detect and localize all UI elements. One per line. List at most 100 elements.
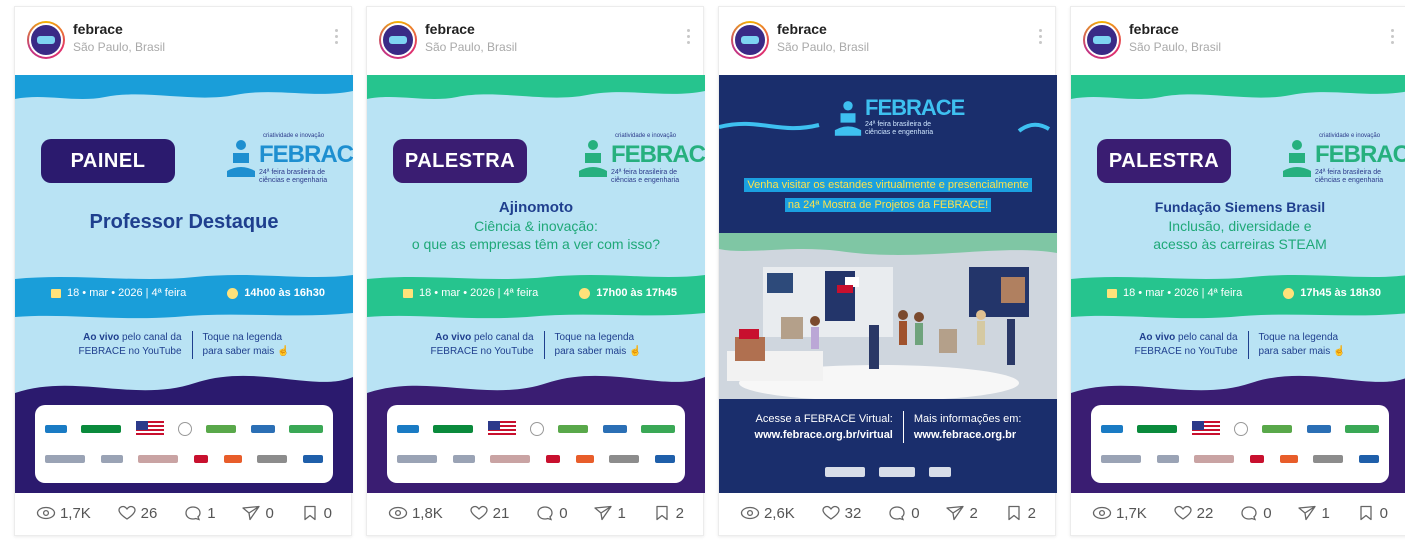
bookmark-icon[interactable] [300, 505, 320, 521]
bookmark-icon[interactable] [1356, 505, 1376, 521]
post-card[interactable]: febrace São Paulo, Brasil PALESTRA criat… [366, 6, 705, 536]
sponsor-logo [654, 455, 675, 463]
avatar[interactable] [27, 21, 65, 59]
saves-stat[interactable]: 2 [1004, 505, 1036, 522]
sponsor-logo [206, 425, 237, 433]
post-image[interactable]: PALESTRA criatividade e inovação FEBRACE… [1071, 75, 1405, 493]
comments-stat[interactable]: 0 [1239, 504, 1272, 522]
heart-icon[interactable] [469, 505, 489, 521]
calendar-icon [51, 288, 61, 298]
likes-stat[interactable]: 26 [117, 505, 157, 522]
sponsor-logo [223, 455, 242, 463]
saves-count: 0 [323, 504, 333, 522]
info-url[interactable]: www.febrace.org.br [914, 429, 1016, 441]
live-line2: FEBRACE no YouTube [430, 346, 534, 357]
shares-stat[interactable]: 1 [593, 505, 626, 522]
tap-caption-text: Toque na legenda [202, 332, 283, 343]
partner-logo [825, 467, 865, 477]
logo-kicker: criatividade e inovação [615, 133, 677, 139]
comments-count: 0 [1263, 504, 1272, 522]
logo-kicker: criatividade e inovação [263, 133, 325, 139]
comment-icon[interactable] [535, 505, 555, 521]
send-icon[interactable] [593, 505, 613, 521]
shares-stat[interactable]: 2 [945, 505, 978, 522]
post-image[interactable]: PALESTRA criatividade e inovação FEBRACE… [367, 75, 705, 493]
bookmark-icon[interactable] [652, 505, 672, 521]
sponsor-logo [1137, 425, 1178, 433]
sponsor-logo [302, 455, 323, 463]
avatar[interactable] [379, 21, 417, 59]
avatar[interactable] [731, 21, 769, 59]
post-image[interactable]: FEBRACE 24ª feira brasileira de ciências… [719, 75, 1057, 493]
username[interactable]: febrace [777, 21, 827, 37]
shares-stat[interactable]: 0 [241, 504, 274, 522]
heart-icon[interactable] [1173, 505, 1193, 521]
post-card[interactable]: febrace São Paulo, Brasil PALESTRA criat… [1070, 6, 1405, 536]
live-rest: pelo canal da [119, 332, 182, 343]
more-options-icon[interactable] [1039, 29, 1043, 44]
views-count: 1,7K [1115, 504, 1147, 522]
partner-logo [879, 467, 915, 477]
username[interactable]: febrace [73, 21, 123, 37]
event-date: 18 • mar • 2026 | 4ª feira [403, 287, 538, 299]
saves-stat[interactable]: 0 [300, 505, 332, 522]
logo-kicker: criatividade e inovação [1319, 133, 1381, 139]
location[interactable]: São Paulo, Brasil [425, 40, 517, 54]
location[interactable]: São Paulo, Brasil [777, 40, 869, 54]
comment-icon[interactable] [887, 505, 907, 521]
location[interactable]: São Paulo, Brasil [73, 40, 165, 54]
post-card[interactable]: febrace São Paulo, Brasil FEBRACE 24ª fe… [718, 6, 1057, 536]
likes-count: 32 [844, 504, 862, 522]
more-options-icon[interactable] [1391, 29, 1395, 44]
likes-stat[interactable]: 22 [1173, 505, 1213, 522]
shares-stat[interactable]: 1 [1297, 505, 1330, 522]
sponsor-logo [575, 455, 594, 463]
sponsor-row [397, 421, 675, 437]
avatar[interactable] [1083, 21, 1121, 59]
comments-stat[interactable]: 1 [183, 505, 216, 522]
post-image[interactable]: PAINEL criatividade e inovação FEBRACE 2… [15, 75, 353, 493]
logo-wordmark: FEBRACE [259, 141, 353, 168]
post-card[interactable]: febrace São Paulo, Brasil PAINEL criativ… [14, 6, 353, 536]
sponsor-logo [640, 425, 675, 433]
live-right: Toque na legenda para saber mais ☝ [545, 331, 642, 359]
eye-icon [740, 506, 760, 520]
heart-icon[interactable] [821, 505, 841, 521]
likes-stat[interactable]: 21 [469, 505, 509, 522]
saves-stat[interactable]: 2 [652, 505, 684, 522]
send-icon[interactable] [945, 505, 965, 521]
virtual-access: Acesse a FEBRACE Virtual: www.febrace.org… [755, 411, 904, 443]
username[interactable]: febrace [425, 21, 475, 37]
live-bold: Ao vivo [435, 332, 472, 343]
live-line2: FEBRACE no YouTube [1134, 346, 1238, 357]
date-text: 18 • mar • 2026 | 4ª feira [67, 287, 187, 299]
comment-icon[interactable] [1239, 505, 1259, 521]
sponsor-logo [81, 425, 122, 433]
live-info: Ao vivo pelo canal da FEBRACE no YouTube … [367, 331, 705, 359]
sponsor-logo [490, 455, 531, 463]
heart-icon[interactable] [117, 505, 137, 521]
comments-stat[interactable]: 0 [887, 505, 920, 522]
likes-stat[interactable]: 32 [821, 504, 862, 522]
bookmark-icon[interactable] [1004, 505, 1024, 521]
poster-subtitle-2: acesso às carreiras STEAM [1153, 236, 1327, 252]
sponsor-logo [257, 455, 288, 463]
sponsor-logo [1101, 425, 1123, 433]
shares-count: 0 [265, 504, 274, 522]
date-text: 18 • mar • 2026 | 4ª feira [419, 287, 539, 299]
sponsor-logo [45, 455, 85, 463]
event-poster: PALESTRA criatividade e inovação FEBRACE… [1071, 75, 1405, 493]
username[interactable]: febrace [1129, 21, 1179, 37]
comment-icon[interactable] [183, 505, 203, 521]
location[interactable]: São Paulo, Brasil [1129, 40, 1221, 54]
comments-stat[interactable]: 0 [535, 505, 568, 522]
send-icon[interactable] [1297, 505, 1317, 521]
more-options-icon[interactable] [335, 29, 339, 44]
poster-title: Fundação Siemens Brasil [1154, 199, 1326, 215]
virtual-url[interactable]: www.febrace.org.br/virtual [755, 429, 893, 441]
send-icon[interactable] [241, 505, 261, 521]
saves-count: 2 [675, 504, 685, 522]
saves-stat[interactable]: 0 [1356, 505, 1388, 522]
sponsor-row [45, 421, 323, 437]
more-options-icon[interactable] [687, 29, 691, 44]
